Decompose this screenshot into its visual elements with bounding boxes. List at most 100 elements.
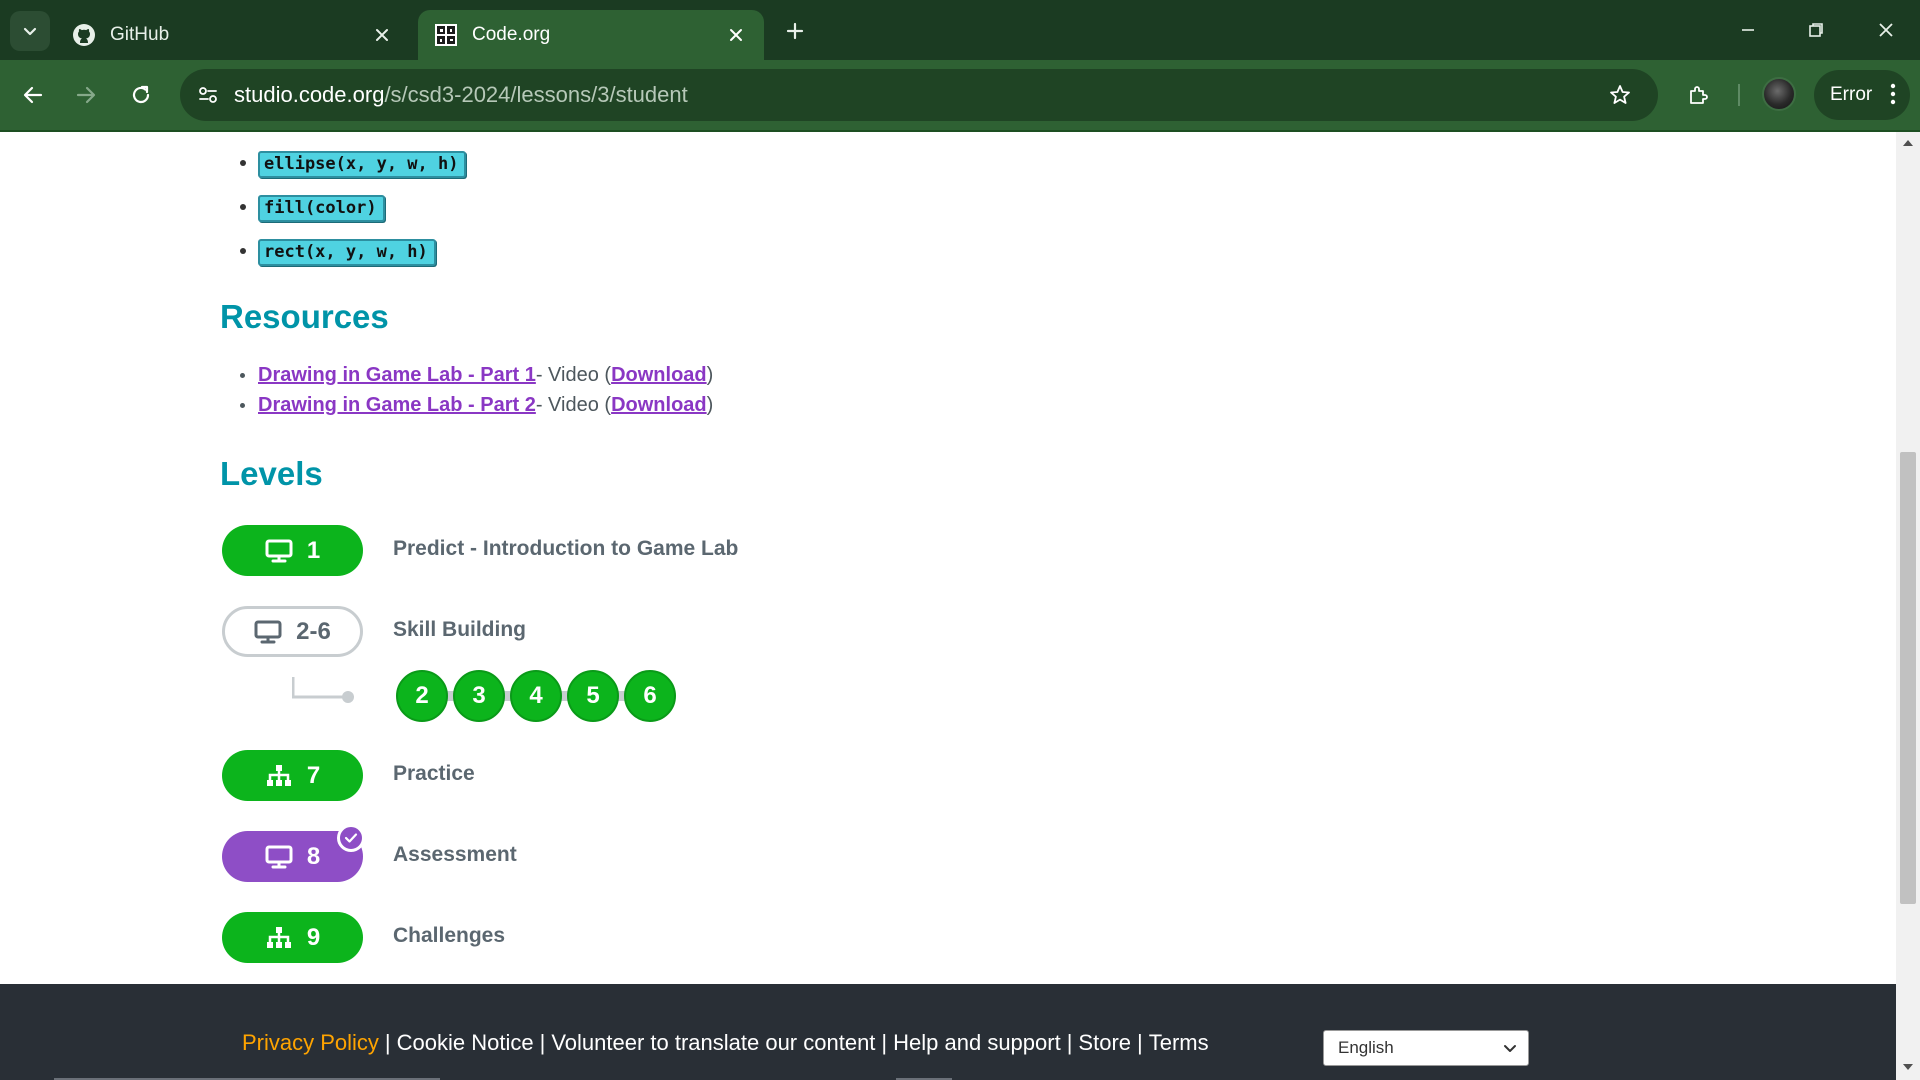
privacy-policy-link[interactable]: Privacy Policy xyxy=(242,1030,379,1055)
list-item: rect(x, y, w, h) xyxy=(240,230,466,274)
vertical-scrollbar[interactable] xyxy=(1896,132,1920,1080)
resource-item: Drawing in Game Lab - Part 2 - Video (Do… xyxy=(240,390,713,420)
tab-title: GitHub xyxy=(110,24,170,45)
code-block-ellipse: ellipse(x, y, w, h) xyxy=(258,150,467,178)
resource-close: ) xyxy=(706,393,714,416)
tab-code-org[interactable]: Code.org xyxy=(418,10,764,60)
sublevel-bubble[interactable]: 6 xyxy=(624,670,676,722)
url-host: studio.code.org xyxy=(234,82,385,107)
checkmark-icon xyxy=(337,824,365,852)
store-link[interactable]: Store xyxy=(1078,1030,1131,1055)
toolbar-divider xyxy=(1738,84,1740,106)
level-7-label[interactable]: Practice xyxy=(393,762,475,786)
resource-link-part-1[interactable]: Drawing in Game Lab - Part 1 xyxy=(258,364,536,387)
level-1-label[interactable]: Predict - Introduction to Game Lab xyxy=(393,537,738,561)
sublevel-bubble[interactable]: 2 xyxy=(396,670,448,722)
close-tab-icon[interactable] xyxy=(370,23,394,47)
list-item: ellipse(x, y, w, h) xyxy=(240,142,467,186)
level-7-button[interactable]: 7 xyxy=(222,750,363,801)
tune-icon xyxy=(199,87,217,103)
minimize-button[interactable] xyxy=(1714,0,1782,60)
github-icon xyxy=(72,23,96,47)
arrow-right-icon xyxy=(76,86,96,104)
list-item: fill(color) xyxy=(240,186,466,230)
level-number: 2-6 xyxy=(296,617,331,645)
restore-button[interactable] xyxy=(1782,0,1850,60)
code-block-fill: fill(color) xyxy=(258,194,385,222)
footer-separator: | xyxy=(539,1030,546,1055)
level-number: 1 xyxy=(306,536,321,564)
scroll-down-icon[interactable] xyxy=(1902,1062,1914,1072)
profile-status-label: Error xyxy=(1830,84,1873,105)
level-8-label[interactable]: Assessment xyxy=(393,843,517,867)
level-9-button[interactable]: 9 xyxy=(222,912,363,963)
restore-icon xyxy=(1809,23,1823,37)
resource-type: - Video ( xyxy=(535,393,612,416)
scroll-up-icon[interactable] xyxy=(1902,138,1914,148)
reload-button[interactable] xyxy=(121,75,161,115)
page-footer: Privacy Policy | Cookie Notice | Volunteer t… xyxy=(0,984,1896,1080)
url-text: studio.code.org/s/csd3-2024/lessons/3/st… xyxy=(234,82,688,108)
download-link-part-2[interactable]: Download xyxy=(611,394,707,417)
chevron-down-icon xyxy=(1504,1045,1516,1052)
level-2-6-button[interactable]: 2-6 xyxy=(222,606,363,657)
level-2-6-label[interactable]: Skill Building xyxy=(393,618,526,642)
resources-list: Drawing in Game Lab - Part 1 - Video (Do… xyxy=(240,360,713,420)
back-button[interactable] xyxy=(13,75,53,115)
desktop-icon xyxy=(265,845,293,868)
tab-bar: GitHub Code.org xyxy=(0,0,1920,60)
resource-type: - Video ( xyxy=(535,363,612,386)
browser-toolbar: studio.code.org/s/csd3-2024/lessons/3/st… xyxy=(0,60,1920,130)
profile-avatar[interactable] xyxy=(1762,77,1796,111)
level-number: 7 xyxy=(306,761,321,789)
translate-link[interactable]: Volunteer to translate our content xyxy=(551,1030,875,1055)
sublevel-bubble[interactable]: 4 xyxy=(510,670,562,722)
arrow-left-icon xyxy=(23,86,43,104)
bookmark-button[interactable] xyxy=(1600,75,1640,115)
tab-search-button[interactable] xyxy=(10,11,50,51)
download-link-part-1[interactable]: Download xyxy=(611,364,707,387)
footer-separator: | xyxy=(1066,1030,1073,1055)
minimize-icon xyxy=(1742,29,1754,31)
help-support-link[interactable]: Help and support xyxy=(893,1030,1061,1055)
language-select[interactable]: English xyxy=(1323,1030,1529,1066)
level-9-label[interactable]: Challenges xyxy=(393,924,505,948)
new-tab-button[interactable] xyxy=(778,14,812,48)
plus-icon xyxy=(786,22,804,40)
language-value: English xyxy=(1338,1038,1394,1057)
extensions-button[interactable] xyxy=(1679,75,1719,115)
sublevel-connector xyxy=(292,677,354,703)
site-info-button[interactable] xyxy=(188,75,228,115)
close-icon xyxy=(1879,23,1893,37)
tab-github[interactable]: GitHub xyxy=(56,10,410,60)
resources-heading: Resources xyxy=(220,298,389,335)
scrollbar-thumb[interactable] xyxy=(1900,452,1916,904)
resource-item: Drawing in Game Lab - Part 1 - Video (Do… xyxy=(240,360,713,390)
chevron-down-icon xyxy=(23,27,37,36)
level-number: 9 xyxy=(306,923,321,951)
desktop-icon xyxy=(254,620,282,643)
close-tab-icon[interactable] xyxy=(724,23,748,47)
code-block-list: ellipse(x, y, w, h) fill(color) rect(x, … xyxy=(240,142,467,274)
footer-separator: | xyxy=(1137,1030,1143,1055)
level-8-button[interactable]: 8 xyxy=(222,824,365,882)
sublevel-bubble[interactable]: 5 xyxy=(567,670,619,722)
code-org-icon xyxy=(434,23,458,47)
cookie-notice-link[interactable]: Cookie Notice xyxy=(397,1030,534,1055)
close-window-button[interactable] xyxy=(1852,0,1920,60)
star-icon xyxy=(1610,85,1630,104)
terms-link[interactable]: Terms xyxy=(1149,1030,1209,1055)
choice-icon xyxy=(266,764,291,786)
level-number: 8 xyxy=(306,842,321,870)
resource-link-part-2[interactable]: Drawing in Game Lab - Part 2 xyxy=(258,394,536,417)
forward-button[interactable] xyxy=(66,75,106,115)
level-1-button[interactable]: 1 xyxy=(222,525,363,576)
page-content: ellipse(x, y, w, h) fill(color) rect(x, … xyxy=(0,132,1896,984)
url-path: /s/csd3-2024/lessons/3/student xyxy=(384,82,688,107)
resource-close: ) xyxy=(706,363,714,386)
sublevel-bubble[interactable]: 3 xyxy=(453,670,505,722)
levels-heading: Levels xyxy=(220,455,323,492)
profile-error-button[interactable]: Error xyxy=(1814,70,1910,120)
choice-icon xyxy=(266,926,291,948)
address-bar[interactable]: studio.code.org/s/csd3-2024/lessons/3/st… xyxy=(180,69,1658,121)
